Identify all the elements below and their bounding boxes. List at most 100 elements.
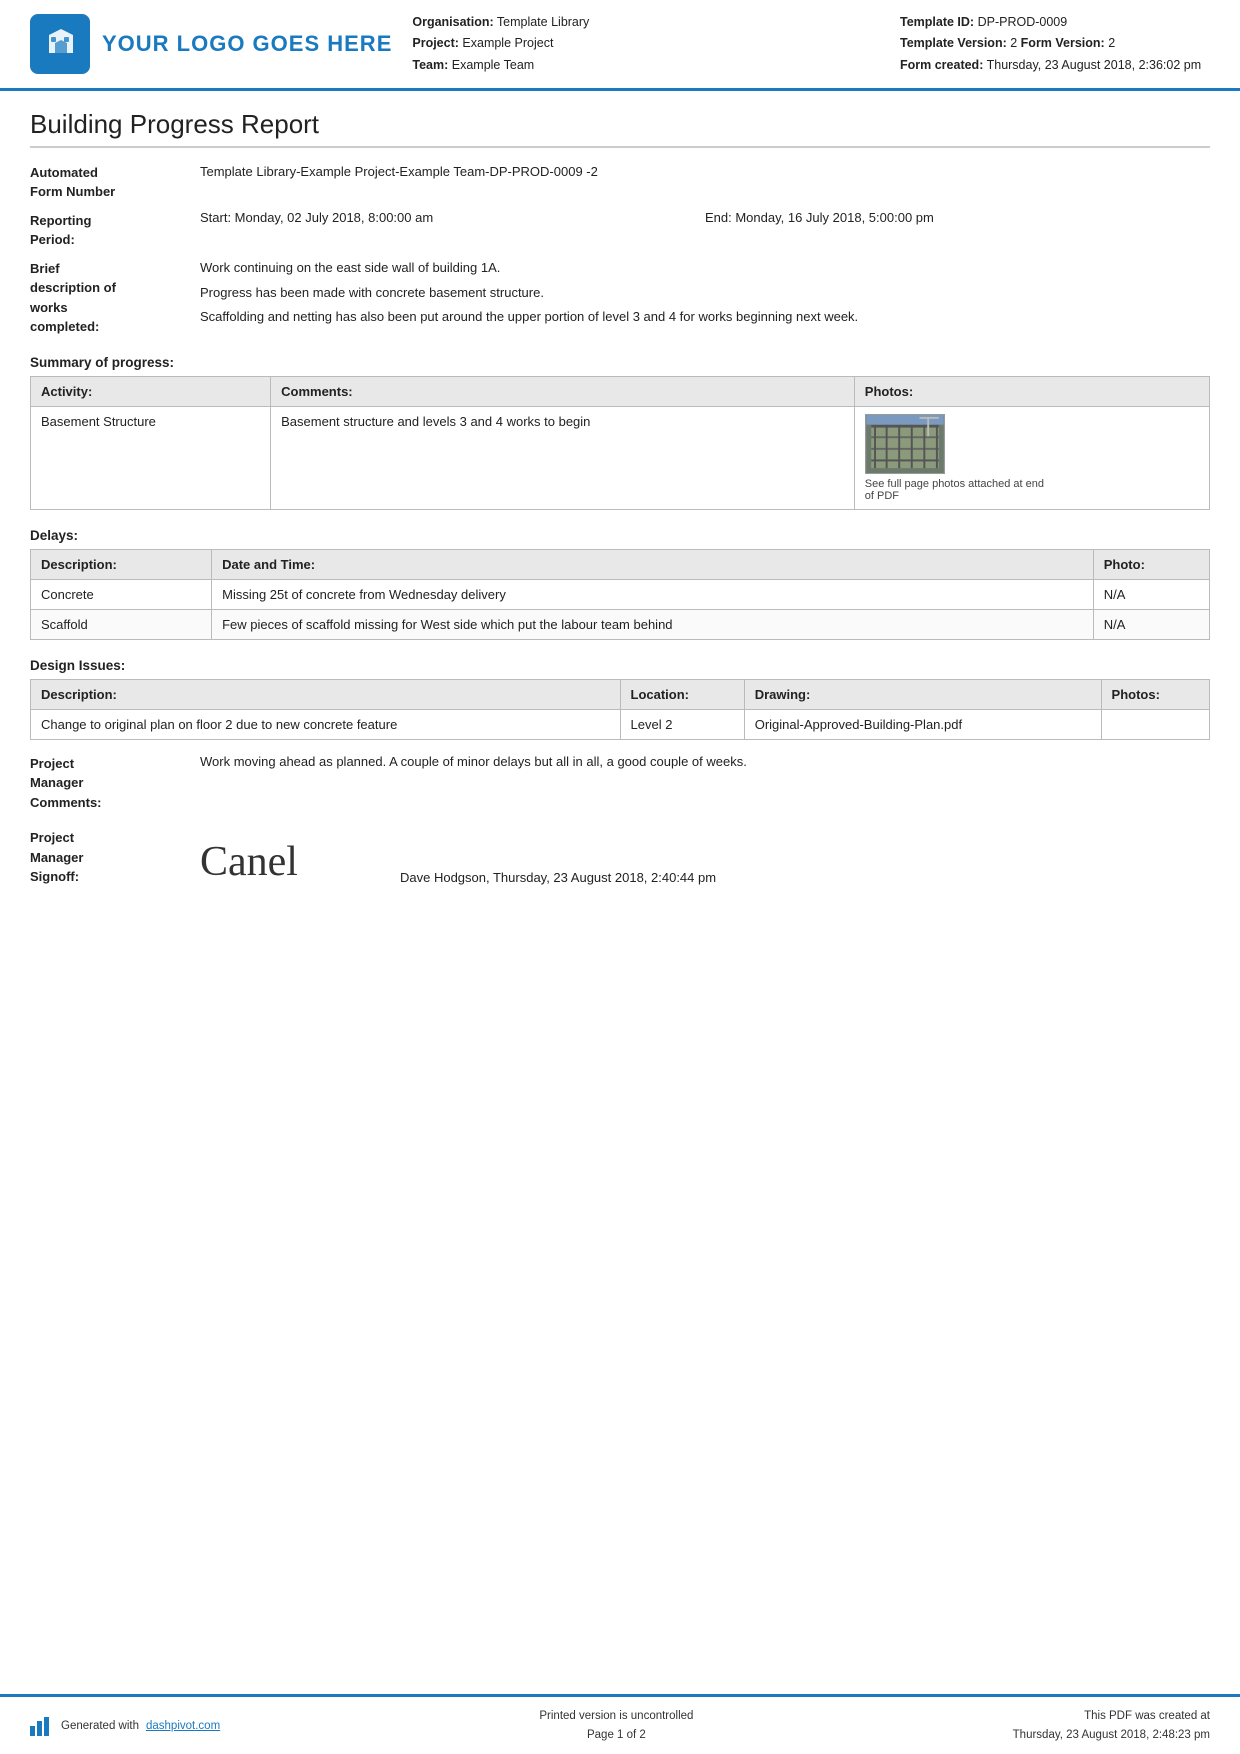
header-meta: Organisation: Template Library Project: … [412, 12, 880, 76]
pm-signoff-row: ProjectManagerSignoff: Canel Dave Hodgso… [30, 828, 1210, 893]
footer-generated-text: Generated with [61, 1720, 139, 1732]
footer: Generated with dashpivot.com Printed ver… [0, 1694, 1240, 1754]
team-value: Example Team [452, 58, 534, 72]
signature: Canel [200, 834, 380, 889]
footer-pdf-date: Thursday, 23 August 2018, 2:48:23 pm [1013, 1726, 1210, 1744]
version-line: Template Version: 2 Form Version: 2 [900, 33, 1210, 54]
di-drawing-1: Original-Approved-Building-Plan.pdf [744, 709, 1101, 739]
form-created-label: Form created: [900, 58, 983, 72]
delay-photo-1: N/A [1093, 579, 1209, 609]
form-number-row: AutomatedForm Number Template Library-Ex… [30, 162, 1210, 202]
summary-col-photos: Photos: [854, 376, 1209, 406]
photo-cell: See full page photos attached at end of … [865, 414, 1199, 502]
delays-col-photo: Photo: [1093, 549, 1209, 579]
pm-signoff-label: ProjectManagerSignoff: [30, 828, 200, 887]
delays-title: Delays: [30, 528, 1210, 543]
page: YOUR LOGO GOES HERE Organisation: Templa… [0, 0, 1240, 1754]
template-version-value: 2 [1010, 36, 1017, 50]
project-label: Project: [412, 36, 459, 50]
brief-desc-value: Work continuing on the east side wall of… [200, 258, 1210, 332]
spacer [0, 1329, 1240, 1754]
header-right: Template ID: DP-PROD-0009 Template Versi… [900, 12, 1210, 76]
form-created-value: Thursday, 23 August 2018, 2:36:02 pm [987, 58, 1202, 72]
di-col-location: Location: [620, 679, 744, 709]
pm-comments-value: Work moving ahead as planned. A couple o… [200, 754, 1210, 769]
logo-icon [30, 14, 90, 74]
pm-signoff-area: Canel Dave Hodgson, Thursday, 23 August … [200, 828, 1210, 893]
reporting-start: Start: Monday, 02 July 2018, 8:00:00 am [200, 210, 705, 225]
form-number-value: Template Library-Example Project-Example… [200, 162, 1210, 183]
footer-left: Generated with dashpivot.com [30, 1716, 220, 1736]
summary-col-comments: Comments: [271, 376, 855, 406]
main-content: Building Progress Report AutomatedForm N… [0, 91, 1240, 1329]
di-location-1: Level 2 [620, 709, 744, 739]
org-line: Organisation: Template Library [412, 12, 880, 33]
di-photos-1 [1101, 709, 1209, 739]
project-value: Example Project [462, 36, 553, 50]
di-col-drawing: Drawing: [744, 679, 1101, 709]
bar-chart-icon [30, 1716, 54, 1736]
brief-line-1: Work continuing on the east side wall of… [200, 258, 1210, 279]
photo-thumb [865, 414, 945, 474]
photo-caption: See full page photos attached at end of … [865, 478, 1045, 502]
footer-link[interactable]: dashpivot.com [146, 1720, 220, 1732]
summary-comments: Basement structure and levels 3 and 4 wo… [271, 406, 855, 509]
org-label: Organisation: [412, 15, 493, 29]
delay-datetime-1: Missing 25t of concrete from Wednesday d… [212, 579, 1094, 609]
form-version-value: 2 [1108, 36, 1115, 50]
reporting-end: End: Monday, 16 July 2018, 5:00:00 pm [705, 210, 1210, 225]
brief-line-2: Progress has been made with concrete bas… [200, 283, 1210, 304]
pm-comments-row: ProjectManagerComments: Work moving ahea… [30, 754, 1210, 813]
template-version-label: Template Version: [900, 36, 1007, 50]
logo-area: YOUR LOGO GOES HERE [30, 12, 392, 76]
di-col-photos: Photos: [1101, 679, 1209, 709]
footer-pdf-text: This PDF was created at [1013, 1707, 1210, 1725]
reporting-period-row: ReportingPeriod: Start: Monday, 02 July … [30, 210, 1210, 250]
delays-col-desc: Description: [31, 549, 212, 579]
table-row: Change to original plan on floor 2 due t… [31, 709, 1210, 739]
di-desc-1: Change to original plan on floor 2 due t… [31, 709, 621, 739]
footer-center: Printed version is uncontrolled Page 1 o… [539, 1707, 693, 1744]
logo-text: YOUR LOGO GOES HERE [102, 31, 392, 57]
template-id-value: DP-PROD-0009 [978, 15, 1068, 29]
footer-page-number: Page 1 of 2 [539, 1726, 693, 1744]
delay-datetime-2: Few pieces of scaffold missing for West … [212, 609, 1094, 639]
pm-comments-label: ProjectManagerComments: [30, 754, 200, 813]
summary-activity: Basement Structure [31, 406, 271, 509]
summary-title: Summary of progress: [30, 355, 1210, 370]
org-value: Template Library [497, 15, 589, 29]
footer-right: This PDF was created at Thursday, 23 Aug… [1013, 1707, 1210, 1744]
brief-line-3: Scaffolding and netting has also been pu… [200, 307, 1210, 328]
header: YOUR LOGO GOES HERE Organisation: Templa… [0, 0, 1240, 91]
form-number-label: AutomatedForm Number [30, 162, 200, 202]
summary-photos: See full page photos attached at end of … [854, 406, 1209, 509]
table-row: Scaffold Few pieces of scaffold missing … [31, 609, 1210, 639]
template-id-label: Template ID: [900, 15, 974, 29]
brief-desc-row: Briefdescription ofworkscompleted: Work … [30, 258, 1210, 337]
table-row: Basement Structure Basement structure an… [31, 406, 1210, 509]
pm-signoff-info: Dave Hodgson, Thursday, 23 August 2018, … [400, 870, 716, 893]
footer-page-text: Printed version is uncontrolled [539, 1707, 693, 1725]
reporting-period-value: Start: Monday, 02 July 2018, 8:00:00 am … [200, 210, 1210, 225]
team-line: Team: Example Team [412, 55, 880, 76]
delays-table: Description: Date and Time: Photo: Concr… [30, 549, 1210, 640]
form-version-label: Form Version: [1021, 36, 1105, 50]
design-issues-table: Description: Location: Drawing: Photos: … [30, 679, 1210, 740]
delay-desc-2: Scaffold [31, 609, 212, 639]
team-label: Team: [412, 58, 448, 72]
summary-col-activity: Activity: [31, 376, 271, 406]
logo-svg [41, 25, 79, 63]
delays-col-datetime: Date and Time: [212, 549, 1094, 579]
report-title: Building Progress Report [30, 109, 1210, 148]
di-col-desc: Description: [31, 679, 621, 709]
delay-photo-2: N/A [1093, 609, 1209, 639]
form-created-line: Form created: Thursday, 23 August 2018, … [900, 55, 1210, 76]
brief-desc-label: Briefdescription ofworkscompleted: [30, 258, 200, 337]
photo-svg [866, 415, 944, 473]
reporting-period-label: ReportingPeriod: [30, 210, 200, 250]
summary-table: Activity: Comments: Photos: Basement Str… [30, 376, 1210, 510]
project-line: Project: Example Project [412, 33, 880, 54]
table-row: Concrete Missing 25t of concrete from We… [31, 579, 1210, 609]
design-issues-title: Design Issues: [30, 658, 1210, 673]
delay-desc-1: Concrete [31, 579, 212, 609]
